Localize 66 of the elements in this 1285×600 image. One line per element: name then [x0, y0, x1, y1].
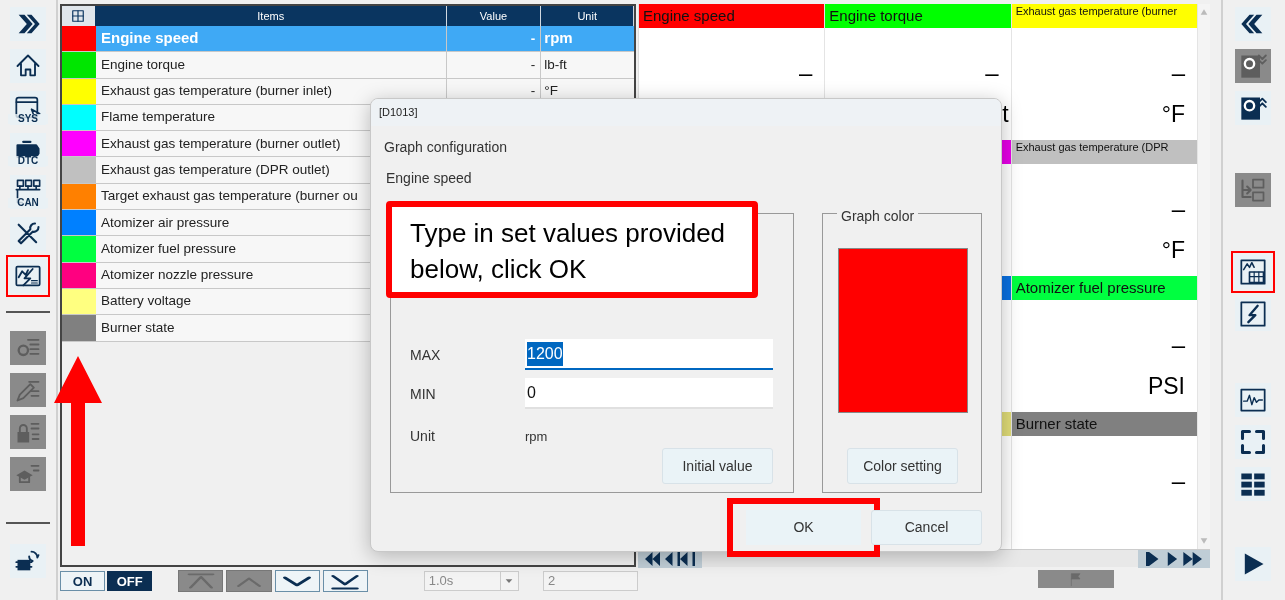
- graph-button[interactable]: [6, 255, 50, 297]
- transfer-icon: [1239, 176, 1267, 204]
- unit-text: °F: [1161, 239, 1185, 262]
- cell-header: Atomizer fuel pressure: [1011, 276, 1197, 300]
- disk-down-icon: [1239, 52, 1267, 80]
- value-text: –: [1171, 469, 1185, 493]
- rewind-icon: [645, 552, 695, 566]
- color-setting-button[interactable]: Color setting: [847, 448, 958, 484]
- initial-value-button[interactable]: Initial value: [662, 448, 773, 484]
- input-field[interactable]: 0: [525, 378, 773, 409]
- lightning-icon: [1239, 300, 1267, 328]
- value-text: –: [1171, 197, 1185, 221]
- scrollbar[interactable]: [1198, 4, 1210, 549]
- cell-header: Engine torque: [825, 4, 1011, 28]
- item-name[interactable]: Engine torque: [101, 54, 186, 76]
- item-name[interactable]: Battery voltage: [101, 291, 192, 312]
- item-name: Engine speed: [386, 169, 472, 188]
- item-name[interactable]: Burner state: [101, 317, 175, 339]
- fast-forward-icon: [1146, 552, 1202, 566]
- icon-label: DTC: [8, 156, 48, 166]
- cell-header: Burner state: [1011, 412, 1197, 436]
- cell-header: Exhaust gas temperature (burner: [1011, 4, 1197, 28]
- item-name[interactable]: Atomizer air pressure: [101, 212, 230, 233]
- value-text: -: [530, 82, 536, 101]
- item-name[interactable]: Atomizer fuel pressure: [101, 238, 237, 260]
- callout: Type in set values provided below, click OK: [386, 201, 758, 298]
- grid-icon: [71, 9, 86, 23]
- caret-icon: [504, 576, 515, 586]
- dialog-title: [D1013]: [379, 105, 418, 121]
- field-label: Unit: [410, 427, 435, 446]
- unit-text: °F: [544, 82, 558, 101]
- toggle-button[interactable]: ON: [60, 571, 106, 591]
- graph-table-button[interactable]: [1231, 251, 1275, 293]
- page-forward-button[interactable]: [1138, 550, 1210, 568]
- fullscreen-icon: [1239, 428, 1267, 456]
- dialog-heading: Graph configuration: [384, 138, 507, 157]
- item-name[interactable]: Exhaust gas temperature (burner outlet): [101, 133, 341, 154]
- input-field[interactable]: 1200: [525, 339, 773, 370]
- item-name[interactable]: Exhaust gas temperature (burner inlet): [101, 81, 333, 102]
- icon-label: CAN: [8, 198, 48, 208]
- cell-header: Exhaust gas temperature (DPR: [1011, 140, 1197, 164]
- unit-text: lb-ft: [544, 55, 567, 74]
- graph-table-icon: [1239, 258, 1267, 286]
- waveform-icon: [1239, 386, 1267, 414]
- item-name[interactable]: Flame temperature: [101, 107, 216, 128]
- scroll-bottom-button[interactable]: [322, 570, 368, 592]
- unit-text: rpm: [544, 28, 573, 49]
- value-text: –: [798, 61, 813, 85]
- field-label: MAX: [410, 346, 441, 365]
- down-arrow-icon: [1199, 537, 1209, 545]
- cancel-button[interactable]: Cancel: [871, 510, 982, 545]
- value-text: –: [1171, 61, 1185, 85]
- value-text: -: [530, 55, 536, 74]
- field-label: MIN: [410, 385, 436, 404]
- scroll-down-button[interactable]: [274, 570, 320, 592]
- icon-label: SYS: [8, 114, 48, 124]
- value-text: –: [985, 61, 999, 85]
- unit-text: PSI: [1147, 375, 1185, 398]
- unit-text: rpm: [525, 428, 548, 446]
- unit-text: t: [1002, 103, 1009, 126]
- toggle-button[interactable]: OFF: [107, 571, 153, 591]
- value-text: -: [530, 29, 536, 48]
- value-text: –: [1171, 333, 1185, 357]
- up-arrow-icon: [1199, 8, 1209, 16]
- unit-text: °F: [1161, 103, 1185, 126]
- cell-header: Engine speed: [639, 4, 825, 28]
